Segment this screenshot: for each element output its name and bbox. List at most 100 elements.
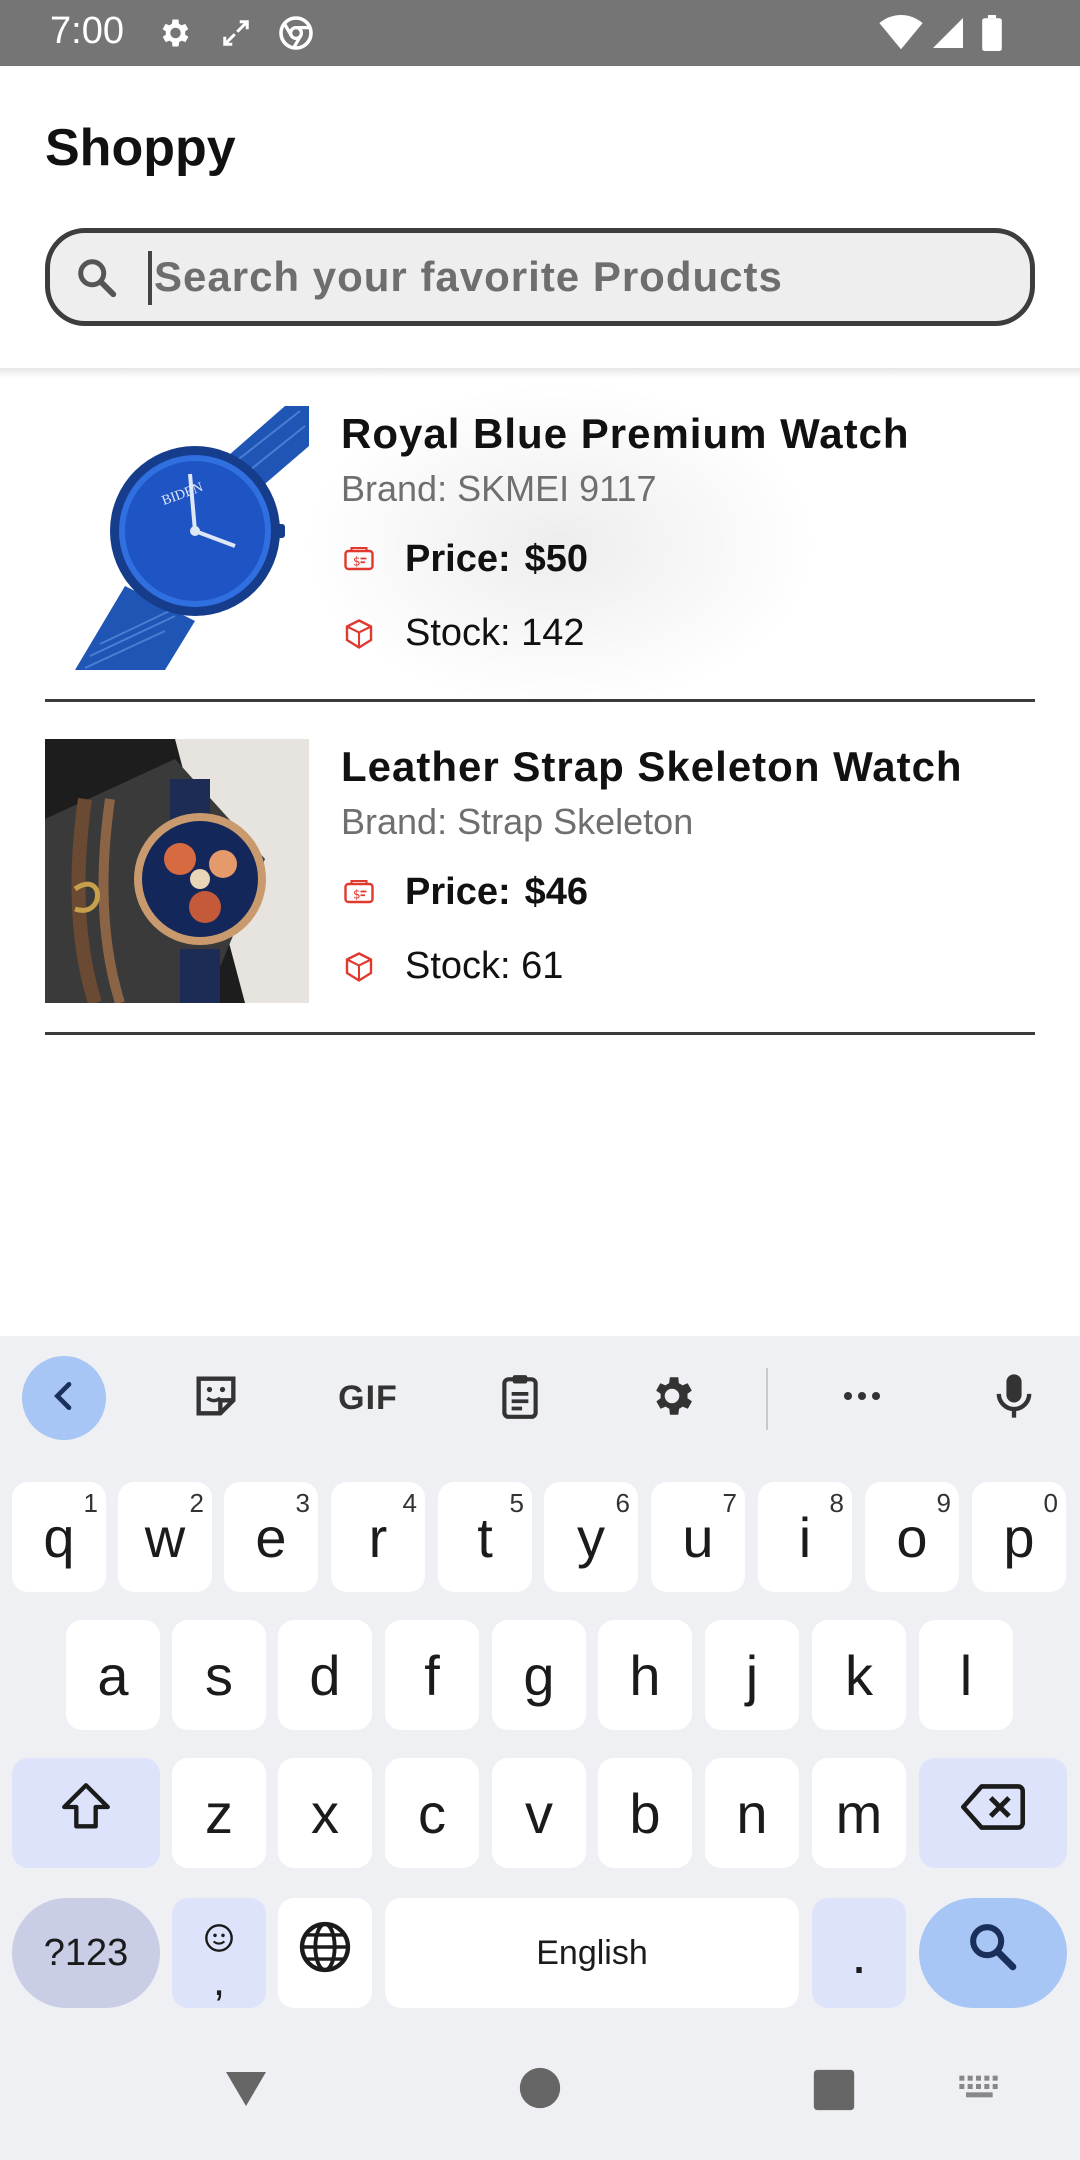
- recents-nav-button[interactable]: [812, 2068, 856, 2117]
- key-d[interactable]: d: [278, 1620, 372, 1730]
- product-title: Leather Strap Skeleton Watch: [341, 743, 963, 790]
- home-circle-icon: [518, 2067, 562, 2114]
- gif-button[interactable]: GIF: [326, 1356, 410, 1440]
- shift-icon: [57, 1778, 115, 1849]
- key-n[interactable]: n: [705, 1758, 799, 1868]
- key-j[interactable]: j: [705, 1620, 799, 1730]
- stock-row: Stock: 142: [341, 612, 585, 655]
- key-m[interactable]: m: [812, 1758, 906, 1868]
- price-label: Price:: [405, 871, 511, 913]
- product-title: Royal Blue Premium Watch: [341, 410, 910, 457]
- shift-key[interactable]: [12, 1758, 160, 1868]
- back-triangle-icon: [222, 2072, 270, 2116]
- key-u[interactable]: u7: [651, 1482, 745, 1592]
- box-icon: [341, 949, 377, 985]
- clipboard-icon: [495, 1371, 545, 1426]
- key-q[interactable]: q1: [12, 1482, 106, 1592]
- key-s[interactable]: s: [172, 1620, 266, 1730]
- stock-text: Stock: 142: [405, 612, 585, 654]
- key-h[interactable]: h: [598, 1620, 692, 1730]
- space-key[interactable]: English: [385, 1898, 799, 2008]
- key-k[interactable]: k: [812, 1620, 906, 1730]
- keyboard-icon: [956, 2075, 1006, 2110]
- recents-square-icon: [812, 2069, 856, 2116]
- product-brand: Brand: SKMEI 9117: [341, 468, 657, 509]
- sticker-icon: [190, 1370, 242, 1427]
- stock-row: Stock: 61: [341, 945, 563, 988]
- chrome-icon: [276, 14, 316, 52]
- svg-text:$: $: [353, 554, 361, 568]
- svg-text:$: $: [353, 887, 361, 901]
- key-i[interactable]: i8: [758, 1482, 852, 1592]
- navigation-bar: [0, 2034, 1080, 2160]
- home-nav-button[interactable]: [518, 2066, 562, 2115]
- cell-signal-icon: [928, 14, 968, 52]
- key-a[interactable]: a: [66, 1620, 160, 1730]
- product-image: BIDEN: [45, 406, 309, 670]
- search-icon: [965, 1919, 1021, 1988]
- key-z[interactable]: z: [172, 1758, 266, 1868]
- emoji-comma-key[interactable]: ,: [172, 1898, 266, 2008]
- price-row: $ Price: $50: [341, 538, 588, 581]
- key-r[interactable]: r4: [331, 1482, 425, 1592]
- search-bar[interactable]: [45, 228, 1035, 326]
- product-card[interactable]: BIDEN Royal Blue Premium Watch Brand: SK…: [45, 370, 1035, 702]
- wifi-icon: [878, 14, 924, 52]
- globe-icon: [296, 1918, 354, 1989]
- period-key[interactable]: .: [812, 1898, 906, 2008]
- price-tag-icon: $: [341, 875, 377, 911]
- key-c[interactable]: c: [385, 1758, 479, 1868]
- price-value: $46: [524, 871, 589, 913]
- product-brand: Brand: Strap Skeleton: [341, 801, 694, 842]
- search-input[interactable]: [152, 247, 1012, 307]
- clipboard-button[interactable]: [478, 1356, 562, 1440]
- key-t[interactable]: t5: [438, 1482, 532, 1592]
- key-b[interactable]: b: [598, 1758, 692, 1868]
- product-image: [45, 739, 309, 1003]
- stock-text: Stock: 61: [405, 945, 564, 987]
- backspace-key[interactable]: [919, 1758, 1067, 1868]
- key-g[interactable]: g: [492, 1620, 586, 1730]
- keyboard-toolbar: GIF: [0, 1336, 1080, 1460]
- language-key[interactable]: [278, 1898, 372, 2008]
- key-e[interactable]: e3: [224, 1482, 318, 1592]
- key-v[interactable]: v: [492, 1758, 586, 1868]
- back-nav-button[interactable]: [222, 2064, 270, 2117]
- app-title: Shoppy: [45, 119, 236, 177]
- settings-icon: [152, 14, 196, 52]
- box-icon: [341, 616, 377, 652]
- sticker-button[interactable]: [174, 1356, 258, 1440]
- status-time: 7:00: [50, 10, 124, 52]
- key-w[interactable]: w2: [118, 1482, 212, 1592]
- symbols-key[interactable]: ?123: [12, 1898, 160, 2008]
- key-y[interactable]: y6: [544, 1482, 638, 1592]
- gear-icon: [647, 1371, 697, 1426]
- price-tag-icon: $: [341, 542, 377, 578]
- search-action-key[interactable]: [919, 1898, 1067, 2008]
- collapse-toolbar-button[interactable]: [22, 1356, 106, 1440]
- toolbar-divider: [766, 1368, 768, 1430]
- voice-input-button[interactable]: [972, 1356, 1056, 1440]
- keyboard-switch-button[interactable]: [956, 2072, 1006, 2111]
- price-row: $ Price: $46: [341, 871, 588, 914]
- battery-icon: [978, 14, 1006, 52]
- key-f[interactable]: f: [385, 1620, 479, 1730]
- emoji-icon: [203, 1907, 235, 1963]
- price-value: $50: [524, 538, 589, 580]
- chevron-left-icon: [44, 1376, 84, 1421]
- product-card[interactable]: Leather Strap Skeleton Watch Brand: Stra…: [45, 703, 1035, 1035]
- key-p[interactable]: p0: [972, 1482, 1066, 1592]
- gif-label: GIF: [338, 1378, 398, 1417]
- status-bar: 7:00: [0, 0, 1080, 66]
- price-label: Price:: [405, 538, 511, 580]
- microphone-icon: [988, 1370, 1040, 1427]
- keyboard-settings-button[interactable]: [630, 1356, 714, 1440]
- key-o[interactable]: o9: [865, 1482, 959, 1592]
- key-x[interactable]: x: [278, 1758, 372, 1868]
- screen-rotate-icon: [218, 14, 254, 52]
- backspace-icon: [961, 1781, 1025, 1846]
- key-l[interactable]: l: [919, 1620, 1013, 1730]
- more-options-button[interactable]: [820, 1356, 904, 1440]
- more-horizontal-icon: [838, 1372, 886, 1425]
- search-icon: [74, 255, 120, 306]
